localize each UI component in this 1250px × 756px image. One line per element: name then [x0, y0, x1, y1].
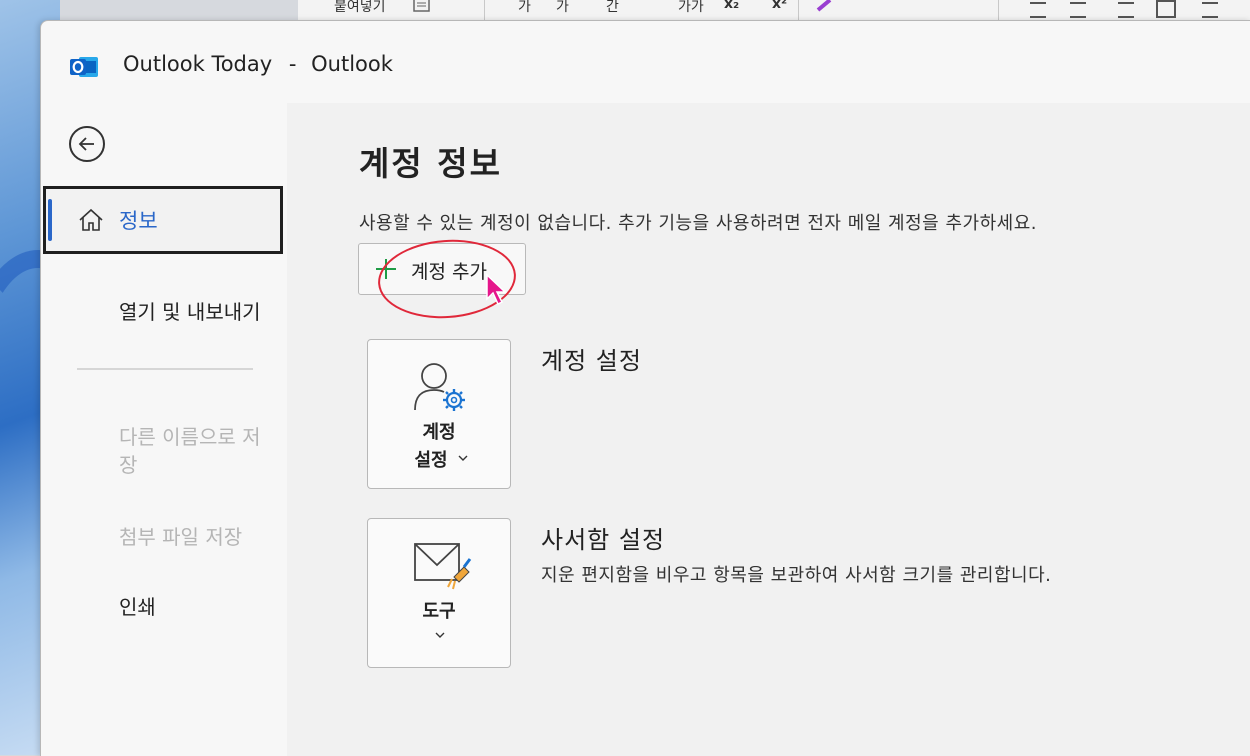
mouse-pointer-icon — [486, 273, 507, 306]
outlook-backstage-window: Outlook Today - Outlook 정보 열기 및 내보내기 다른 … — [40, 20, 1250, 756]
nav-item-save-as[interactable]: 다른 이름으로 저장 — [119, 423, 269, 479]
nav-divider — [77, 368, 253, 370]
chevron-down-icon — [458, 455, 468, 461]
window-title: Outlook Today - Outlook — [123, 52, 393, 76]
no-account-description: 사용할 수 있는 계정이 없습니다. 추가 기능을 사용하려면 전자 메일 계정… — [359, 213, 1037, 234]
home-icon — [79, 208, 103, 231]
back-button[interactable] — [69, 126, 105, 162]
align-center-icon — [1070, 2, 1086, 18]
window-title-separator: - — [288, 52, 297, 76]
outlook-logo-icon — [69, 54, 99, 80]
paste-label: 붙여넣기 — [334, 0, 386, 15]
mailbox-cleanup-icon — [414, 543, 472, 590]
format-c: 간 — [606, 0, 619, 15]
page-title: 계정 정보 — [359, 144, 502, 183]
format-b: 가 — [556, 0, 569, 15]
nav-item-info[interactable]: 정보 — [43, 186, 283, 254]
account-settings-label-line2: 설정 — [414, 450, 448, 471]
subscript-button: x₂ — [724, 0, 740, 12]
superscript-button: x² — [772, 0, 788, 12]
account-settings-title: 계정 설정 — [541, 347, 642, 375]
account-settings-card[interactable]: 계정 설정 — [367, 339, 511, 489]
distribute-icon — [1202, 2, 1218, 18]
backstage-nav: 정보 열기 및 내보내기 다른 이름으로 저장 첨부 파일 저장 인쇄 — [41, 103, 287, 756]
account-settings-label-line1: 계정 — [422, 422, 456, 443]
align-justify-icon — [1156, 0, 1176, 18]
highlighter-icon — [814, 0, 838, 16]
format-a: 가 — [518, 0, 531, 15]
mailbox-settings-description: 지운 편지함을 비우고 항목을 보관하여 사서함 크기를 관리합니다. — [541, 565, 1052, 586]
mailbox-settings-title: 사서함 설정 — [541, 526, 666, 554]
selected-accent-bar — [48, 199, 52, 241]
arrow-left-icon — [78, 137, 94, 151]
account-info-panel: 계정 정보 사용할 수 있는 계정이 없습니다. 추가 기능을 사용하려면 전자… — [287, 103, 1250, 756]
title-bar: Outlook Today - Outlook — [41, 21, 1250, 103]
account-settings-icon — [414, 363, 465, 411]
nav-item-save-attachments[interactable]: 첨부 파일 저장 — [119, 523, 279, 551]
chevron-down-icon — [435, 632, 445, 638]
format-d: 가가 — [678, 0, 704, 15]
mailbox-tools-label: 도구 — [422, 601, 456, 622]
nav-item-print[interactable]: 인쇄 — [119, 593, 309, 621]
align-left-icon — [1030, 2, 1046, 18]
nav-item-open-export[interactable]: 열기 및 내보내기 — [119, 298, 269, 326]
window-title-app: Outlook — [311, 52, 393, 76]
clipboard-icon — [412, 0, 432, 17]
align-right-icon — [1118, 2, 1134, 18]
mailbox-tools-card[interactable]: 도구 — [367, 518, 511, 668]
nav-item-info-label: 정보 — [119, 209, 158, 233]
window-title-page: Outlook Today — [123, 52, 273, 76]
